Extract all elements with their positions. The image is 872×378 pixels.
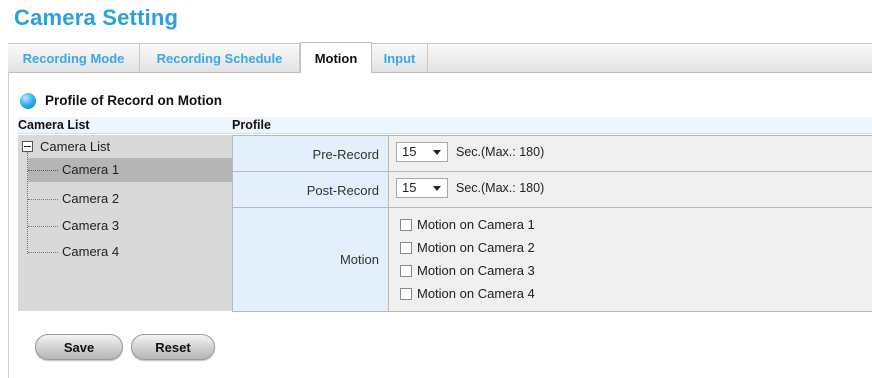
tree-branch-line: [28, 252, 58, 253]
post-record-value: 15: [402, 180, 417, 195]
motion-label-cell: Motion: [233, 208, 389, 311]
page-title: Camera Setting: [14, 5, 179, 30]
tree-branch-line: [28, 226, 58, 227]
motion-camera-2-label[interactable]: Motion on Camera 2: [417, 239, 535, 257]
tab-recording-schedule[interactable]: Recording Schedule: [140, 44, 300, 72]
dropdown-arrow-icon: [433, 186, 441, 191]
tab-motion[interactable]: Motion: [300, 42, 372, 73]
tree-item-camera-4[interactable]: Camera 4: [28, 240, 232, 264]
motion-camera-4-label[interactable]: Motion on Camera 4: [417, 285, 535, 303]
collapse-icon[interactable]: [22, 141, 33, 152]
pre-record-row: Pre-Record 15 Sec.(Max.: 180): [233, 136, 872, 172]
camera-list-header: Camera List: [18, 118, 90, 132]
pre-record-label: Pre-Record: [312, 147, 379, 162]
reset-button[interactable]: Reset: [131, 334, 215, 360]
tab-input[interactable]: Input: [372, 44, 428, 72]
pre-record-value: 15: [402, 144, 417, 159]
pre-record-label-cell: Pre-Record: [233, 136, 389, 171]
tab-bar: Recording Mode Recording Schedule Motion…: [8, 42, 872, 73]
post-record-value-cell: 15 Sec.(Max.: 180): [389, 172, 872, 207]
motion-label: Motion: [339, 252, 379, 267]
post-record-label: Post-Record: [306, 183, 379, 198]
motion-camera-4-checkbox[interactable]: [400, 288, 412, 300]
section-title: Profile of Record on Motion: [45, 93, 222, 108]
pre-record-hint: Sec.(Max.: 180): [456, 145, 545, 159]
tree-item-camera-3[interactable]: Camera 3: [28, 214, 232, 238]
motion-options-cell: Motion on Camera 1 Motion on Camera 2 Mo…: [389, 208, 872, 311]
column-header-row: Camera List Profile: [18, 117, 872, 134]
tree-item-camera-1[interactable]: Camera 1: [28, 158, 232, 182]
motion-camera-3-label[interactable]: Motion on Camera 3: [417, 262, 535, 280]
motion-row: Motion Motion on Camera 1 Motion on Came…: [233, 208, 872, 312]
tree-branch-line: [28, 170, 58, 171]
motion-camera-3-checkbox[interactable]: [400, 265, 412, 277]
pre-record-select[interactable]: 15: [396, 142, 448, 162]
pre-record-value-cell: 15 Sec.(Max.: 180): [389, 136, 872, 171]
profile-header: Profile: [232, 118, 271, 132]
post-record-label-cell: Post-Record: [233, 172, 389, 207]
tree-branch-line: [28, 199, 58, 200]
tree-root-label[interactable]: Camera List: [40, 138, 110, 156]
profile-table: Pre-Record 15 Sec.(Max.: 180) Post-Recor…: [232, 135, 872, 312]
post-record-select[interactable]: 15: [396, 178, 448, 198]
post-record-hint: Sec.(Max.: 180): [456, 181, 545, 195]
tree-item-label: Camera 1: [62, 162, 120, 177]
save-button[interactable]: Save: [35, 334, 123, 360]
tab-recording-mode[interactable]: Recording Mode: [8, 44, 140, 72]
motion-camera-2-checkbox[interactable]: [400, 242, 412, 254]
tree-item-label: Camera 4: [62, 244, 120, 259]
section-bullet-icon: [20, 93, 36, 109]
motion-camera-1-checkbox[interactable]: [400, 219, 412, 231]
dropdown-arrow-icon: [433, 150, 441, 155]
tree-item-label: Camera 3: [62, 218, 120, 233]
tree-item-label: Camera 2: [62, 191, 120, 206]
tree-item-camera-2[interactable]: Camera 2: [28, 187, 232, 211]
motion-camera-1-label[interactable]: Motion on Camera 1: [417, 216, 535, 234]
post-record-row: Post-Record 15 Sec.(Max.: 180): [233, 172, 872, 208]
